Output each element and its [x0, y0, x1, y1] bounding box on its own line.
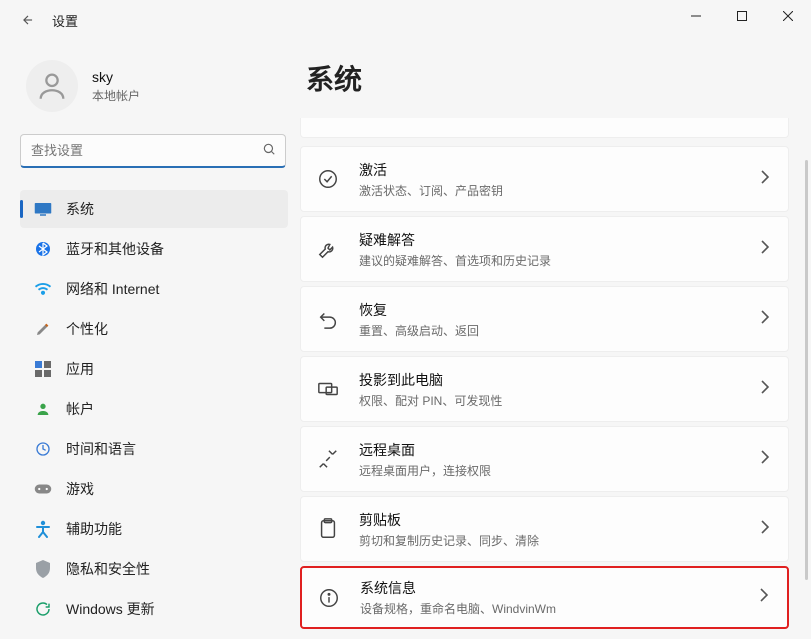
- back-icon[interactable]: [20, 12, 36, 28]
- row-troubleshoot[interactable]: 疑难解答 建议的疑难解答、首选项和历史记录: [300, 216, 789, 282]
- row-clipboard[interactable]: 剪贴板 剪切和复制历史记录、同步、清除: [300, 496, 789, 562]
- row-subtitle: 远程桌面用户，连接权限: [359, 462, 742, 479]
- update-icon: [34, 600, 52, 618]
- sidebar-item-gaming[interactable]: 游戏: [20, 470, 288, 508]
- chevron-right-icon: [760, 520, 770, 539]
- sidebar-item-label: 时间和语言: [66, 439, 136, 459]
- sidebar-item-network[interactable]: 网络和 Internet: [20, 270, 288, 308]
- row-activation[interactable]: 激活 激活状态、订阅、产品密钥: [300, 146, 789, 212]
- row-subtitle: 激活状态、订阅、产品密钥: [359, 182, 742, 199]
- sidebar-item-label: 网络和 Internet: [66, 279, 159, 299]
- sidebar-item-label: Windows 更新: [66, 599, 155, 619]
- row-subtitle: 建议的疑难解答、首选项和历史记录: [359, 252, 742, 269]
- caption-buttons: [673, 0, 811, 32]
- page-title: 系统: [300, 58, 789, 98]
- sidebar-item-windows-update[interactable]: Windows 更新: [20, 590, 288, 628]
- search-wrap: [20, 134, 286, 168]
- sidebar-item-accessibility[interactable]: 辅助功能: [20, 510, 288, 548]
- row-title: 系统信息: [360, 578, 741, 598]
- row-title: 远程桌面: [359, 440, 742, 460]
- row-title: 投影到此电脑: [359, 370, 742, 390]
- sidebar-item-label: 帐户: [66, 399, 94, 419]
- info-icon: [316, 585, 342, 611]
- sidebar-item-personalization[interactable]: 个性化: [20, 310, 288, 348]
- sidebar-item-privacy[interactable]: 隐私和安全性: [20, 550, 288, 588]
- sidebar-item-label: 系统: [66, 199, 94, 219]
- chevron-right-icon: [760, 170, 770, 189]
- scrollbar[interactable]: [805, 160, 808, 580]
- bluetooth-icon: [34, 240, 52, 258]
- sidebar: sky 本地帐户 系统 蓝牙和其他设备 网络和 Internet: [0, 40, 300, 639]
- wifi-icon: [34, 280, 52, 298]
- row-system-info[interactable]: 系统信息 设备规格，重命名电脑、WindvinWm: [300, 566, 789, 629]
- sidebar-item-label: 应用: [66, 359, 94, 379]
- row-title: 恢复: [359, 300, 742, 320]
- row-subtitle: 设备规格，重命名电脑、WindvinWm: [360, 600, 741, 617]
- close-button[interactable]: [765, 0, 811, 32]
- profile-block[interactable]: sky 本地帐户: [20, 60, 288, 112]
- sidebar-item-time-language[interactable]: 时间和语言: [20, 430, 288, 468]
- person-icon: [34, 400, 52, 418]
- display-icon: [34, 200, 52, 218]
- chevron-right-icon: [760, 240, 770, 259]
- accessibility-icon: [34, 520, 52, 538]
- clipboard-icon: [315, 516, 341, 542]
- wrench-icon: [315, 236, 341, 262]
- sidebar-item-label: 辅助功能: [66, 519, 122, 539]
- shield-icon: [34, 560, 52, 578]
- row-cutoff-top[interactable]: [300, 118, 789, 138]
- search-icon: [262, 142, 276, 159]
- globe-clock-icon: [34, 440, 52, 458]
- apps-icon: [34, 360, 52, 378]
- minimize-button[interactable]: [673, 0, 719, 32]
- sidebar-item-bluetooth[interactable]: 蓝牙和其他设备: [20, 230, 288, 268]
- row-subtitle: 权限、配对 PIN、可发现性: [359, 392, 742, 409]
- app-title: 设置: [52, 11, 78, 30]
- chevron-right-icon: [760, 380, 770, 399]
- rows: 激活 激活状态、订阅、产品密钥 疑难解答 建议的疑难解答、首选项和历史记录 恢复…: [300, 118, 789, 639]
- brush-icon: [34, 320, 52, 338]
- gamepad-icon: [34, 480, 52, 498]
- account-type-label: 本地帐户: [92, 87, 140, 104]
- sidebar-item-label: 蓝牙和其他设备: [66, 239, 164, 259]
- check-circle-icon: [315, 166, 341, 192]
- row-project-to-pc[interactable]: 投影到此电脑 权限、配对 PIN、可发现性: [300, 356, 789, 422]
- sidebar-nav: 系统 蓝牙和其他设备 网络和 Internet 个性化 应用 帐户: [20, 190, 288, 628]
- sidebar-item-label: 隐私和安全性: [66, 559, 150, 579]
- maximize-button[interactable]: [719, 0, 765, 32]
- row-title: 剪贴板: [359, 510, 742, 530]
- username-label: sky: [92, 69, 140, 85]
- undo-icon: [315, 306, 341, 332]
- row-recovery[interactable]: 恢复 重置、高级启动、返回: [300, 286, 789, 352]
- sidebar-item-apps[interactable]: 应用: [20, 350, 288, 388]
- row-subtitle: 剪切和复制历史记录、同步、清除: [359, 532, 742, 549]
- row-title: 激活: [359, 160, 742, 180]
- row-title: 疑难解答: [359, 230, 742, 250]
- project-icon: [315, 376, 341, 402]
- sidebar-item-label: 个性化: [66, 319, 108, 339]
- chevron-right-icon: [760, 310, 770, 329]
- row-subtitle: 重置、高级启动、返回: [359, 322, 742, 339]
- chevron-right-icon: [760, 450, 770, 469]
- row-remote-desktop[interactable]: 远程桌面 远程桌面用户，连接权限: [300, 426, 789, 492]
- sidebar-item-label: 游戏: [66, 479, 94, 499]
- search-input[interactable]: [20, 134, 286, 168]
- sidebar-item-system[interactable]: 系统: [20, 190, 288, 228]
- remote-icon: [315, 446, 341, 472]
- avatar: [26, 60, 78, 112]
- chevron-right-icon: [759, 588, 769, 607]
- main-content: 系统 激活 激活状态、订阅、产品密钥 疑难解答 建议的疑难解答、首选项和历史记录: [300, 40, 811, 639]
- sidebar-item-accounts[interactable]: 帐户: [20, 390, 288, 428]
